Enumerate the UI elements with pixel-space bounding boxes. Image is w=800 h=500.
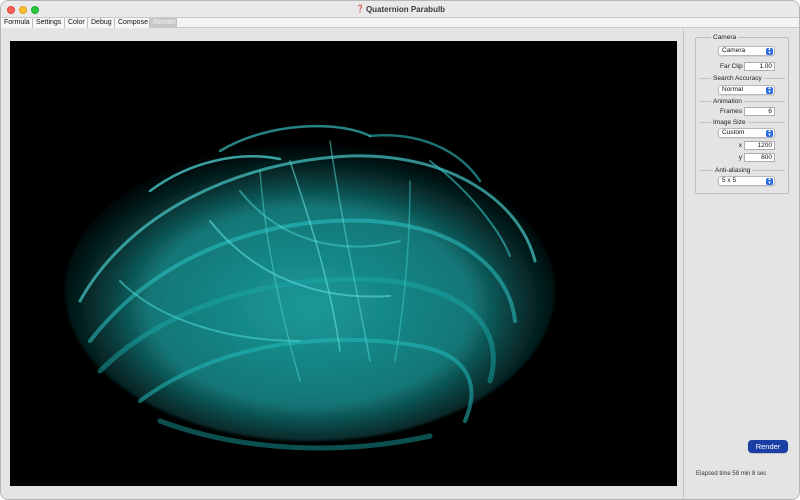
animation-group-label: Animation [711,98,744,105]
tab-debug[interactable]: Debug [88,18,115,28]
popup-arrows-icon: ▴ ▾ [766,47,773,55]
anti-aliasing-group-label: Anti-aliasing [713,167,753,174]
title-bar: Quaternion Parabulb [1,1,799,18]
image-size-group-label: Image Size [711,119,748,126]
image-x-label: x [738,142,742,149]
app-window: Quaternion Parabulb Formula Settings Col… [0,0,800,500]
frames-field[interactable]: 6 [744,107,775,116]
camera-popup-value: Camera [722,47,746,54]
tab-color[interactable]: Color [65,18,88,28]
tab-compose[interactable]: Compose [115,18,150,28]
tab-bar: Formula Settings Color Debug Compose Ren… [1,18,799,28]
panel-divider [683,29,684,499]
render-button[interactable]: Render [748,440,788,453]
anti-aliasing-popup[interactable]: 5 x 5 ▴ ▾ [718,176,775,186]
far-clip-field[interactable]: 1.00 [744,62,775,71]
image-size-popup[interactable]: Custom ▴ ▾ [718,128,775,138]
fractal-image [65,124,555,451]
image-y-label: y [738,154,742,161]
render-preview [10,41,677,486]
image-size-value: Custom [722,129,745,136]
search-accuracy-label: Search Accuracy [711,75,764,82]
popup-arrows-icon: ▴ ▾ [766,129,773,137]
render-content: Camera Camera ▴ ▾ Far Clip 1.00 Search Ac… [2,29,799,499]
image-x-field[interactable]: 1200 [744,141,775,150]
camera-popup[interactable]: Camera ▴ ▾ [718,46,775,56]
elapsed-time: Elapsed time 58 min 8 sec [696,471,767,477]
image-y-field[interactable]: 800 [744,153,775,162]
tab-formula[interactable]: Formula [1,18,33,28]
app-icon [357,4,362,13]
window-title: Quaternion Parabulb [365,5,446,14]
popup-arrows-icon: ▴ ▾ [766,177,773,185]
popup-arrows-icon: ▴ ▾ [766,86,773,94]
search-accuracy-popup[interactable]: Normal ▴ ▾ [718,85,775,95]
anti-aliasing-value: 5 x 5 [722,177,737,184]
tab-render[interactable]: Render [150,18,177,28]
frames-label: Frames [719,108,742,115]
camera-group-label: Camera [711,34,739,41]
tab-settings[interactable]: Settings [33,18,65,28]
far-clip-label: Far Clip [720,63,743,70]
search-accuracy-value: Normal [722,86,743,93]
window-title-area: Quaternion Parabulb [1,4,799,14]
